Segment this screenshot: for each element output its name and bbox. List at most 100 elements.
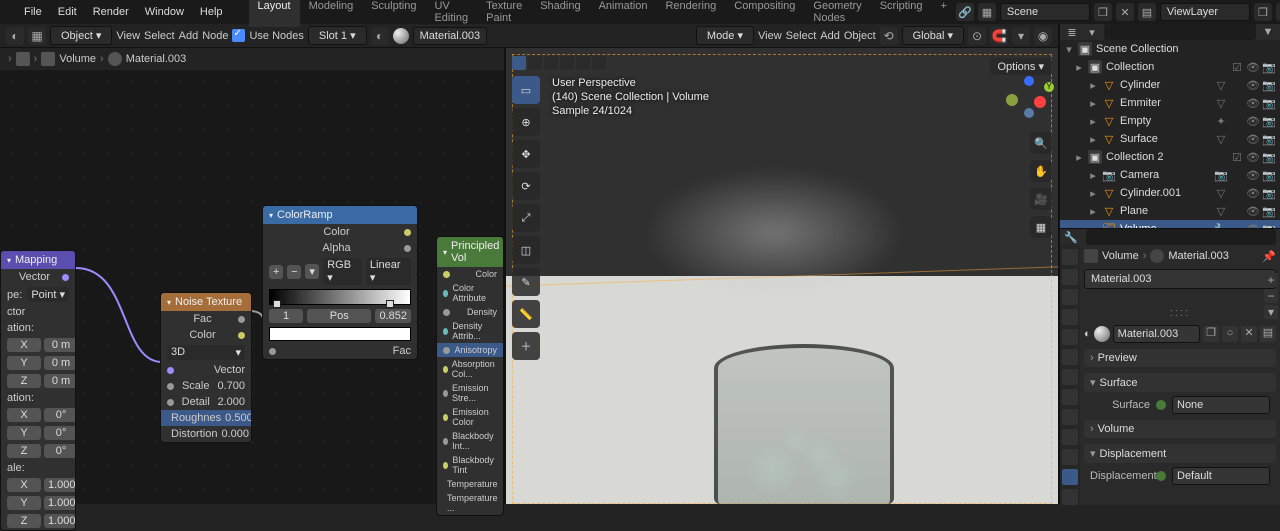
tool-cursor[interactable]: ⊕ [512,108,540,136]
perspective-toggle-icon[interactable]: ▦ [1030,216,1052,238]
menu-help[interactable]: Help [192,6,231,18]
world-icon[interactable] [16,52,30,66]
material-slot-remove-button[interactable]: − [1264,289,1278,303]
pv-socket[interactable]: Density [437,305,503,319]
props-tab-material[interactable] [1062,469,1078,485]
disclosure-triangle-icon[interactable]: ▸ [1088,115,1098,128]
disclosure-triangle-icon[interactable]: ▸ [1074,151,1084,164]
node-principled-volume[interactable]: Principled Vol ColorColor AttributeDensi… [436,236,504,516]
breadcrumb-material-label[interactable]: Material.003 [126,53,187,65]
props-crumb-object[interactable]: Volume [1102,250,1139,262]
pv-socket[interactable]: Color [437,267,503,281]
disclosure-triangle-icon[interactable]: ▾ [1064,43,1074,56]
outliner-scene-collection[interactable]: ▾ ▣ Scene Collection [1060,40,1280,58]
material-browse-icon[interactable]: ◐ [371,27,389,45]
props-tab-scene[interactable] [1062,309,1078,325]
disclosure-triangle-icon[interactable]: ▸ [1088,187,1098,200]
socket-fac-in[interactable]: Fac [393,345,411,357]
viewport-menu-view[interactable]: View [758,30,782,42]
props-tab-constraint[interactable] [1062,429,1078,445]
outliner-toggle-icon[interactable]: 📷 [1214,169,1228,182]
pan-icon[interactable]: ✋ [1030,160,1052,182]
outliner-toggle-icon[interactable]: 📷 [1262,97,1276,110]
mapping-rot-y[interactable]: 0° [44,426,76,440]
node-principled-header[interactable]: Principled Vol [437,237,503,267]
mapping-type-select[interactable]: Point ▾ [27,287,69,302]
tab-compositing[interactable]: Compositing [725,0,804,27]
transform-orientation-select[interactable]: Global ▾ [902,26,964,45]
outliner-item[interactable]: ▸▽Cylinder.001▽👁📷 [1060,184,1280,202]
outliner-toggle-icon[interactable]: 📷 [1262,79,1276,92]
outliner-item[interactable]: ▸🌫Volume🔧👁📷 [1060,220,1280,228]
outliner-toggle-icon[interactable] [1230,97,1244,110]
props-tab-modifier[interactable] [1062,369,1078,385]
node-colorramp[interactable]: ColorRamp Color Alpha + − ▾ RGB ▾ Linear… [262,205,418,360]
section-surface[interactable]: ▾Surface [1084,373,1276,392]
use-nodes-checkbox[interactable]: Use Nodes [232,29,303,42]
props-tab-world[interactable] [1062,329,1078,345]
tool-select-box[interactable]: ▭ [512,76,540,104]
tab-uv-editing[interactable]: UV Editing [425,0,477,27]
material-slot-select[interactable]: Slot 1 ▾ [308,26,367,45]
outliner-toggle-icon[interactable]: ✦ [1214,115,1228,128]
disclosure-triangle-icon[interactable]: ▸ [1088,169,1098,182]
outliner-toggle-icon[interactable]: 📷 [1262,61,1276,74]
pv-socket[interactable]: Emission Stre... [437,381,503,405]
camera-view-icon[interactable]: 🎥 [1030,188,1052,210]
menu-edit[interactable]: Edit [50,6,85,18]
tab-scripting[interactable]: Scripting [871,0,932,27]
outliner-item[interactable]: ▸📷Camera📷👁📷 [1060,166,1280,184]
displacement-value[interactable]: Default [1172,467,1270,485]
breadcrumb-object-label[interactable]: Volume [59,53,96,65]
node-menu-view[interactable]: View [116,30,140,42]
outliner-editor-type-icon[interactable]: ≣ [1064,24,1080,40]
section-volume[interactable]: ›Volume [1084,420,1276,438]
gizmo-neg-axis-2[interactable] [1024,108,1034,118]
viewlayer-new-button[interactable]: ❐ [1254,3,1272,21]
outliner-display-mode[interactable]: ▾ [1084,24,1100,40]
outliner-toggle-icon[interactable]: 👁 [1246,187,1260,200]
tab-modeling[interactable]: Modeling [300,0,363,27]
material-slot-list-item[interactable]: Material.003 [1084,269,1276,289]
outliner-toggle-icon[interactable]: 👁 [1246,205,1260,218]
snap-toggle[interactable]: 🧲 [990,27,1008,45]
node-noise-texture[interactable]: Noise Texture Fac Color 3D▾ Vector Scale… [160,292,252,443]
shader-type-select[interactable]: Object ▾ [50,26,112,45]
zoom-icon[interactable]: 🔍 [1030,132,1052,154]
scene-new-button[interactable]: ❐ [1094,3,1112,21]
outliner-toggle-icon[interactable]: 📷 [1262,151,1276,164]
outliner-toggle-icon[interactable]: 👁 [1246,97,1260,110]
transform-orientation-icon[interactable]: ⟲ [880,27,898,45]
viewport-menu-select[interactable]: Select [786,30,817,42]
menu-window[interactable]: Window [137,6,192,18]
colorramp-add-button[interactable]: + [269,265,283,279]
surface-value[interactable]: None [1172,396,1270,414]
outliner-toggle-icon[interactable]: ▽ [1214,187,1228,200]
material-name-input[interactable]: Material.003 [413,27,488,45]
interaction-mode-select[interactable]: Mode ▾ [696,26,754,45]
pv-socket[interactable]: Absorption Col... [437,357,503,381]
outliner-item[interactable]: ▸▽Empty✦👁📷 [1060,112,1280,130]
node-colorramp-header[interactable]: ColorRamp [263,206,417,224]
select-mode-2[interactable] [528,56,542,70]
props-tab-physics[interactable] [1062,409,1078,425]
outliner-item[interactable]: ▸▣Collection☑👁📷 [1060,58,1280,76]
outliner-toggle-icon[interactable]: 📷 [1262,115,1276,128]
viewport-menu-add[interactable]: Add [820,30,840,42]
disclosure-triangle-icon[interactable]: ▸ [1088,205,1098,218]
outliner-toggle-icon[interactable]: ☑ [1230,151,1244,164]
object-icon[interactable] [41,52,55,66]
volume-object-icon[interactable] [1084,249,1098,263]
gizmo-z-axis[interactable] [1024,76,1034,86]
outliner-toggle-icon[interactable]: ▽ [1214,133,1228,146]
displacement-node-link-icon[interactable] [1156,471,1166,481]
outliner-toggle-icon[interactable] [1230,169,1244,182]
material-unlink-button[interactable]: ✕ [1241,326,1257,342]
tab-shading[interactable]: Shading [531,0,589,27]
pv-socket[interactable]: Blackbody Tint [437,453,503,477]
props-tab-viewlayer[interactable] [1062,289,1078,305]
tool-transform[interactable]: ◫ [512,236,540,264]
select-mode-1[interactable] [512,56,526,70]
navigation-gizmo[interactable]: Y [1004,76,1048,120]
pin-icon[interactable]: 📌 [1262,250,1276,263]
